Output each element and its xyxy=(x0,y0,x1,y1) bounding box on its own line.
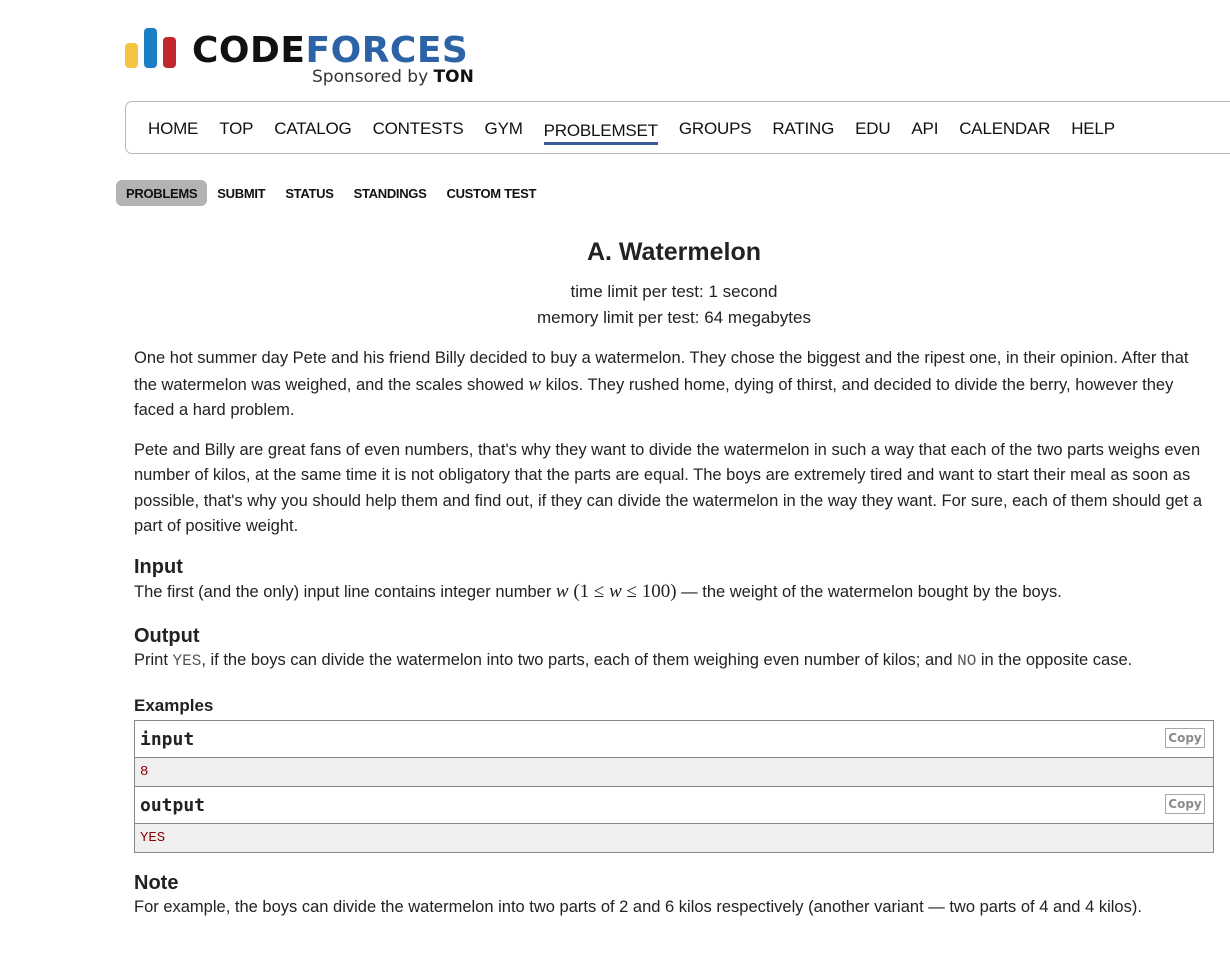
note-text: For example, the boys can divide the wat… xyxy=(134,897,1142,916)
output-section-title: Output xyxy=(134,625,200,647)
sample-output-label: output xyxy=(140,794,206,816)
logo-sponsor-line: Sponsored by TON xyxy=(312,67,474,87)
logo-bar-yellow xyxy=(125,43,138,68)
legend-p1-math-w: w xyxy=(528,373,542,395)
input-spec-math-close: ≤ 100) xyxy=(621,580,677,602)
sponsor-name: TON xyxy=(433,67,474,87)
copy-output-button[interactable]: Copy xyxy=(1165,793,1205,814)
sample-input-body: 8 xyxy=(135,757,1213,787)
menu-item-edu[interactable]: EDU xyxy=(855,115,890,143)
logo-bar-blue xyxy=(144,28,157,68)
output-spec-no: NO xyxy=(957,652,977,670)
output-spec-yes: YES xyxy=(172,652,202,670)
input-spec-math-w2: w xyxy=(609,580,622,602)
sub-menu-problems[interactable]: PROBLEMS xyxy=(116,180,208,206)
output-spec: Print YES, if the boys can divide the wa… xyxy=(134,648,1214,675)
logo-word-forces: FORCES xyxy=(305,30,469,71)
sponsor-prefix: Sponsored by xyxy=(312,67,429,87)
input-spec-text-b: — the weight of the watermelon bought by… xyxy=(676,582,1062,601)
sub-menu-standings[interactable]: STANDINGS xyxy=(344,180,437,206)
sub-menu-custom-test[interactable]: CUSTOM TEST xyxy=(437,180,547,206)
sample-input-label: input xyxy=(140,728,195,750)
legend-paragraph-1: One hot summer day Pete and his friend B… xyxy=(134,346,1214,424)
second-level-menu: PROBLEMS SUBMIT STATUS STANDINGS CUSTOM … xyxy=(116,180,546,206)
copy-input-button[interactable]: Copy xyxy=(1165,727,1205,748)
examples-title: Examples xyxy=(134,695,214,715)
sub-menu-submit[interactable]: SUBMIT xyxy=(207,180,275,206)
codeforces-logo[interactable]: CODEFORCES Sponsored by TON xyxy=(125,26,485,92)
sample-output-value: YES xyxy=(140,829,166,846)
input-spec-math-open: (1 ≤ xyxy=(568,580,610,602)
logo-bar-red xyxy=(163,37,176,68)
menu-item-gym[interactable]: GYM xyxy=(485,115,523,143)
output-spec-text-b: , if the boys can divide the watermelon … xyxy=(201,651,958,669)
menu-item-rating[interactable]: RATING xyxy=(772,115,834,143)
problem-title: A. Watermelon xyxy=(586,238,762,266)
sample-test: input Copy 8 output Copy YES xyxy=(134,719,1214,853)
menu-item-problemset[interactable]: PROBLEMSET xyxy=(543,117,658,145)
output-spec-text-a: Print xyxy=(134,651,173,669)
input-section-title: Input xyxy=(134,555,183,578)
menu-item-calendar[interactable]: CALENDAR xyxy=(959,115,1050,143)
sample-input-header: input Copy xyxy=(135,720,1213,758)
input-spec: The first (and the only) input line cont… xyxy=(134,579,1214,606)
legend-paragraph-2: Pete and Billy are great fans of even nu… xyxy=(134,440,1203,536)
codeforces-problem-page: CODEFORCES Sponsored by TON HOME TOP CAT… xyxy=(0,0,1230,979)
input-spec-math-w: w xyxy=(555,580,569,602)
logo-word-code: CODE xyxy=(192,30,306,71)
time-limit: time limit per test: 1 second xyxy=(570,282,778,301)
memory-limit: memory limit per test: 64 megabytes xyxy=(537,308,811,327)
problem-statement: A. Watermelon time limit per test: 1 sec… xyxy=(134,232,1214,920)
sample-output-header: output Copy xyxy=(135,786,1213,824)
sample-input-value: 8 xyxy=(140,763,149,780)
logo-wordmark: CODEFORCES xyxy=(192,30,468,72)
note-section-title: Note xyxy=(134,871,179,894)
menu-item-home[interactable]: HOME xyxy=(148,115,198,143)
logo-bars-icon xyxy=(125,26,177,68)
menu-item-contests[interactable]: CONTESTS xyxy=(373,115,464,143)
main-menu: HOME TOP CATALOG CONTESTS GYM PROBLEMSET… xyxy=(125,101,1230,154)
menu-item-catalog[interactable]: CATALOG xyxy=(274,115,352,143)
menu-item-groups[interactable]: GROUPS xyxy=(679,115,752,143)
sub-menu-status[interactable]: STATUS xyxy=(275,180,343,206)
menu-item-api[interactable]: API xyxy=(911,115,938,143)
problem-limits: time limit per test: 1 second memory lim… xyxy=(134,279,1214,331)
sample-output-body: YES xyxy=(135,823,1213,852)
menu-item-top[interactable]: TOP xyxy=(219,115,253,143)
output-spec-text-c: in the opposite case. xyxy=(976,651,1133,669)
input-spec-text-a: The first (and the only) input line cont… xyxy=(134,582,556,601)
menu-item-help[interactable]: HELP xyxy=(1071,115,1115,143)
